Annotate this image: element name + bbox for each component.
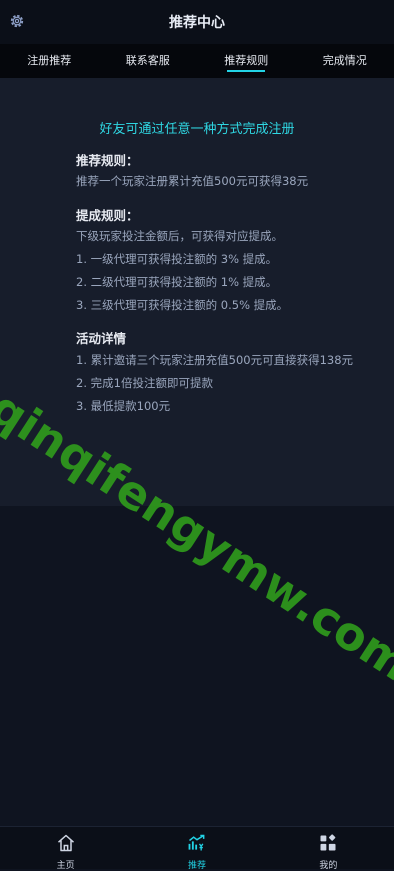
chart-icon (187, 833, 207, 853)
tab-recommend-rules[interactable]: 推荐规则 (197, 44, 296, 78)
gear-icon[interactable] (8, 12, 26, 30)
home-icon (56, 833, 76, 853)
activity-detail-line: 3. 最低提款100元 (76, 398, 170, 414)
nav-home-label: 主页 (0, 858, 131, 871)
nav-mine-label: 我的 (263, 858, 394, 871)
grid-icon (318, 833, 338, 853)
commission-rule-line: 3. 三级代理可获得投注额的 0.5% 提成。 (76, 297, 288, 313)
headline: 好友可通过任意一种方式完成注册 (0, 118, 394, 137)
tab-completion-status[interactable]: 完成情况 (296, 44, 394, 78)
tab-register-recommend[interactable]: 注册推荐 (0, 44, 99, 78)
page-title: 推荐中心 (169, 12, 225, 32)
commission-rule-line: 下级玩家投注金额后，可获得对应提成。 (76, 228, 283, 244)
activity-details-title: 活动详情 (76, 328, 126, 347)
recommend-rule-line: 推荐一个玩家注册累计充值500元可获得38元 (76, 173, 308, 189)
commission-rule-line: 1. 一级代理可获得投注额的 3% 提成。 (76, 251, 277, 267)
tab-contact-support[interactable]: 联系客服 (99, 44, 198, 78)
nav-home[interactable]: 主页 (0, 827, 131, 869)
bottom-nav: 主页 推荐 我的 (0, 826, 394, 869)
activity-detail-line: 2. 完成1倍投注额即可提款 (76, 375, 213, 391)
commission-rules-title: 提成规则： (76, 205, 139, 224)
header-bar: 推荐中心 (0, 0, 394, 44)
nav-recommend[interactable]: 推荐 (131, 827, 262, 869)
commission-rule-line: 2. 二级代理可获得投注额的 1% 提成。 (76, 274, 277, 290)
nav-mine[interactable]: 我的 (263, 827, 394, 869)
recommend-rules-title: 推荐规则： (76, 150, 139, 169)
nav-recommend-label: 推荐 (131, 858, 262, 871)
rules-panel: 好友可通过任意一种方式完成注册 推荐规则： 推荐一个玩家注册累计充值500元可获… (0, 78, 394, 506)
activity-detail-line: 1. 累计邀请三个玩家注册充值500元可直接获得138元 (76, 352, 353, 368)
tab-bar: 注册推荐 联系客服 推荐规则 完成情况 (0, 44, 394, 78)
